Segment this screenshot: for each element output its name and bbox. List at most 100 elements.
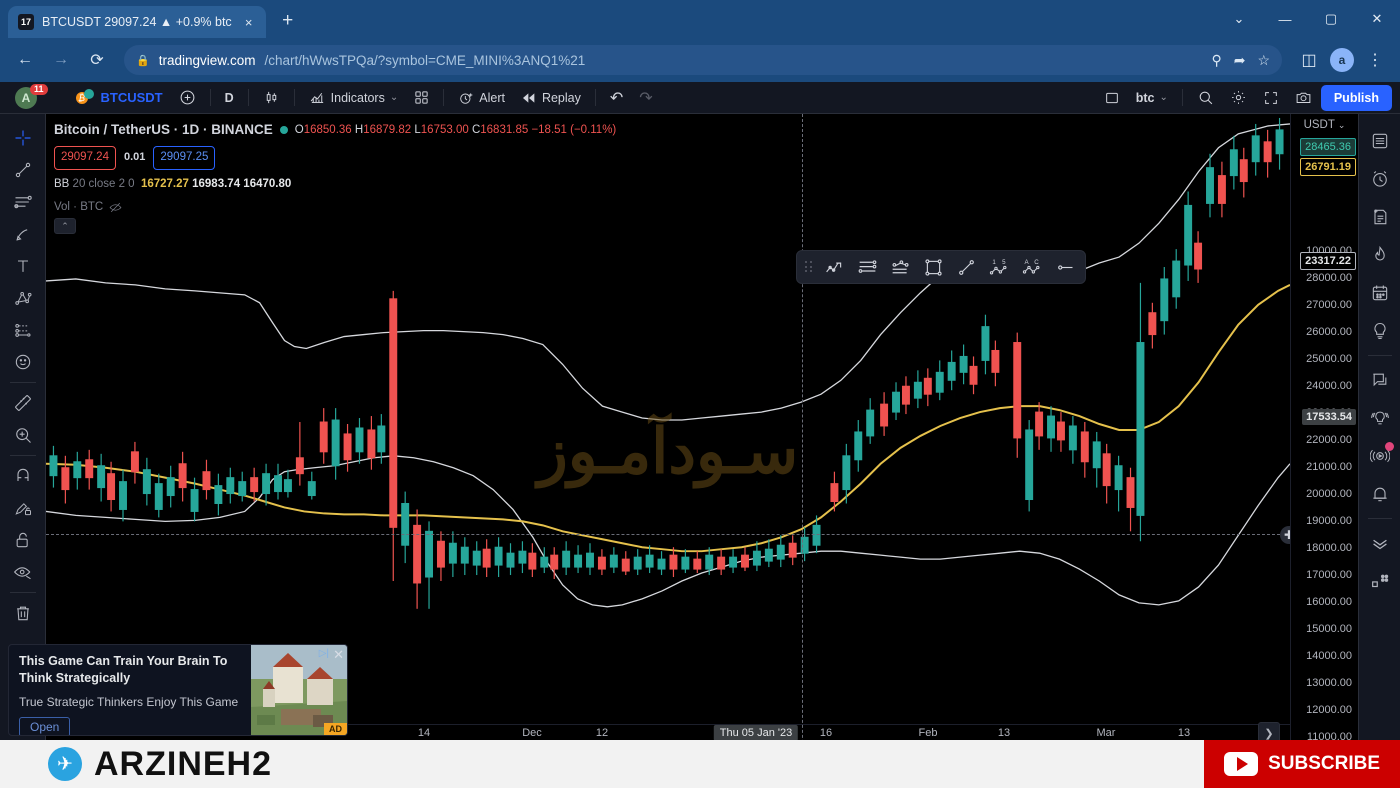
ad-image[interactable]: ▷| ✕ AD bbox=[251, 645, 347, 735]
price-scale[interactable]: USDT ⌄ 28000.00 27000.00 26000.00 25000.… bbox=[1290, 114, 1358, 788]
forecast-icon[interactable] bbox=[4, 314, 42, 346]
url-host: tradingview.com bbox=[158, 52, 256, 68]
symbol-button[interactable]: ₿ BTCUSDT bbox=[69, 85, 170, 111]
reload-icon[interactable]: ⟳ bbox=[82, 45, 112, 75]
new-tab-button[interactable]: + bbox=[274, 7, 302, 35]
replay-button[interactable]: Replay bbox=[514, 85, 588, 111]
lock-drawings-icon[interactable] bbox=[4, 492, 42, 524]
search-icon[interactable]: ⚲ bbox=[1211, 52, 1221, 69]
chat-icon[interactable] bbox=[1363, 361, 1397, 399]
brush-icon[interactable] bbox=[4, 218, 42, 250]
pitchfork-icon[interactable] bbox=[885, 253, 915, 281]
trash-icon[interactable] bbox=[4, 597, 42, 629]
trend-up-icon[interactable] bbox=[819, 253, 849, 281]
minimize-icon[interactable]: — bbox=[1262, 0, 1308, 38]
ray-icon[interactable] bbox=[1050, 253, 1080, 281]
user-avatar-button[interactable]: A 11 bbox=[8, 83, 67, 111]
text-icon[interactable] bbox=[4, 250, 42, 282]
subscribe-label: SUBSCRIBE bbox=[1268, 753, 1380, 774]
calendar-icon[interactable] bbox=[1363, 274, 1397, 312]
dots-icon[interactable] bbox=[1363, 562, 1397, 600]
last-price-badge: 26791.19 bbox=[1300, 158, 1356, 176]
layout-name-button[interactable]: btc ⌄ bbox=[1129, 85, 1175, 111]
ad-close-icon[interactable]: ✕ bbox=[333, 647, 344, 663]
pattern-icon[interactable] bbox=[4, 282, 42, 314]
price-scale-currency[interactable]: USDT ⌄ bbox=[1291, 114, 1358, 136]
chevron-down-icon[interactable]: ⌄ bbox=[1216, 0, 1262, 38]
hide-drawings-icon[interactable] bbox=[4, 556, 42, 588]
publish-button[interactable]: Publish bbox=[1320, 84, 1392, 111]
horizontal-lines-icon[interactable] bbox=[4, 186, 42, 218]
telegram-icon[interactable]: ✈ bbox=[48, 747, 82, 781]
broadcast-icon[interactable] bbox=[1363, 399, 1397, 437]
interval-button[interactable]: D bbox=[218, 85, 241, 111]
magnet-icon[interactable] bbox=[4, 460, 42, 492]
price-tick: 22000.00 bbox=[1306, 434, 1352, 446]
indicators-button[interactable]: Indicators ⌄ bbox=[302, 85, 406, 111]
watchlist-icon[interactable] bbox=[1363, 122, 1397, 160]
advertisement[interactable]: This Game Can Train Your Brain To Think … bbox=[8, 644, 348, 736]
ideas-icon[interactable] bbox=[1363, 312, 1397, 350]
indicator-legend[interactable]: BB 20 close 2 0 16727.27 16983.74 16470.… bbox=[54, 176, 616, 194]
snapshot-button[interactable] bbox=[1288, 85, 1319, 111]
add-symbol-button[interactable] bbox=[172, 85, 203, 111]
browser-menu-icon[interactable]: ⋮ bbox=[1360, 45, 1390, 75]
elliott-impulse-icon[interactable]: 15 bbox=[984, 253, 1014, 281]
ad-cta-button[interactable]: Open bbox=[19, 716, 71, 735]
close-icon[interactable]: × bbox=[240, 13, 258, 31]
ask-price[interactable]: 29097.25 bbox=[153, 145, 216, 170]
redo-button[interactable]: ↷ bbox=[632, 85, 659, 111]
crosshair-icon[interactable] bbox=[4, 122, 42, 154]
hidden-eye-icon[interactable] bbox=[109, 201, 122, 214]
share-icon[interactable]: ➦ bbox=[1234, 52, 1246, 69]
legend-collapse-button[interactable]: ⌃ bbox=[54, 218, 76, 234]
browser-tab[interactable]: 17 BTCUSDT 29097.24 ▲ +0.9% btc × bbox=[8, 6, 266, 38]
chart-type-button[interactable] bbox=[256, 85, 287, 111]
ohlc-o: 16850.36 bbox=[303, 123, 352, 136]
brand-name: ARZINEH2 bbox=[94, 744, 273, 783]
chevron-down-icon[interactable]: ⌄ bbox=[1338, 120, 1346, 131]
zoom-in-icon[interactable] bbox=[4, 419, 42, 451]
alerts-icon[interactable] bbox=[1363, 160, 1397, 198]
side-panel-icon[interactable]: ◫ bbox=[1294, 45, 1324, 75]
chevron-down-icon[interactable]: ⌄ bbox=[390, 92, 398, 103]
star-icon[interactable]: ☆ bbox=[1257, 52, 1270, 69]
emoji-icon[interactable] bbox=[4, 346, 42, 378]
back-icon[interactable]: ← bbox=[10, 45, 40, 75]
layout-select-button[interactable] bbox=[1097, 85, 1127, 111]
trend-line-icon[interactable] bbox=[4, 154, 42, 186]
drag-handle-icon[interactable] bbox=[802, 257, 816, 277]
bid-price[interactable]: 29097.24 bbox=[54, 145, 116, 170]
floating-toolbar[interactable]: 15 AC bbox=[796, 250, 1086, 284]
ruler-icon[interactable] bbox=[4, 387, 42, 419]
maximize-icon[interactable]: ▢ bbox=[1308, 0, 1354, 38]
volume-legend[interactable]: Vol · BTC bbox=[54, 199, 616, 217]
fullscreen-button[interactable] bbox=[1256, 85, 1286, 111]
undo-button[interactable]: ↶ bbox=[603, 85, 630, 111]
price-tick: 18000.00 bbox=[1306, 542, 1352, 554]
legend-title-row[interactable]: Bitcoin / TetherUS · 1D · BINANCE O16850… bbox=[54, 120, 616, 141]
search-button[interactable] bbox=[1190, 85, 1221, 111]
ad-choices-icon[interactable]: ▷| bbox=[319, 648, 329, 659]
line-icon[interactable] bbox=[951, 253, 981, 281]
address-bar[interactable]: 🔒 tradingview.com/chart/hWwsTPQa/?symbol… bbox=[124, 45, 1282, 75]
settings-button[interactable] bbox=[1223, 85, 1254, 111]
stream-icon[interactable] bbox=[1363, 437, 1397, 475]
templates-button[interactable] bbox=[407, 85, 436, 111]
elliott-correction-icon[interactable]: AC bbox=[1017, 253, 1047, 281]
window-close-icon[interactable]: ✕ bbox=[1354, 0, 1400, 38]
horizontal-ray-icon[interactable] bbox=[852, 253, 882, 281]
forward-icon[interactable]: → bbox=[46, 45, 76, 75]
chevron-down-icon[interactable]: ⌄ bbox=[1159, 92, 1167, 103]
rectangle-icon[interactable] bbox=[918, 253, 948, 281]
subscribe-button[interactable]: SUBSCRIBE bbox=[1204, 740, 1400, 788]
upper-band-badge: 28465.36 bbox=[1300, 138, 1356, 156]
lock-icon[interactable] bbox=[4, 524, 42, 556]
avatar[interactable]: a bbox=[1330, 48, 1354, 72]
chevrons-icon[interactable] bbox=[1363, 524, 1397, 562]
alert-button[interactable]: Alert bbox=[451, 85, 512, 111]
notes-icon[interactable] bbox=[1363, 198, 1397, 236]
hotlist-icon[interactable] bbox=[1363, 236, 1397, 274]
market-open-dot bbox=[279, 126, 288, 135]
bell-icon[interactable] bbox=[1363, 475, 1397, 513]
